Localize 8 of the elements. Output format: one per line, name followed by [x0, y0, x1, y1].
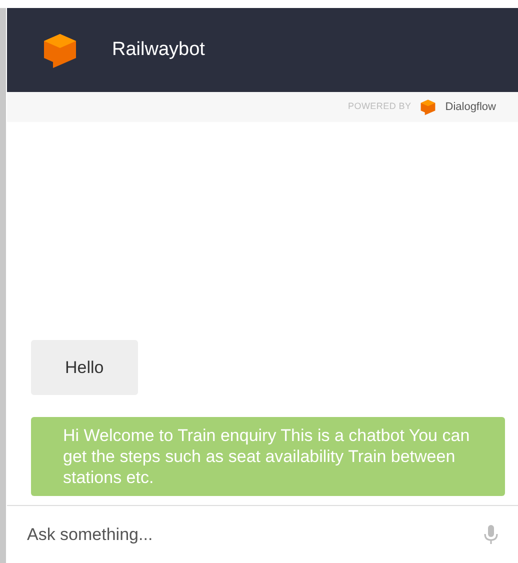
bot-title: Railwaybot [112, 38, 205, 62]
brand-logo-icon [419, 98, 438, 116]
message-input[interactable]: Ask something... [27, 522, 484, 548]
powered-by-label: POWERED BY [348, 100, 412, 114]
user-message: Hello [31, 340, 138, 395]
microphone-icon[interactable] [484, 524, 498, 544]
bot-message: Hi Welcome to Train enquiry This is a chatbot You can get the steps such as seat availability Train between stations etc. [31, 417, 505, 496]
brand-name: Dialogflow [445, 100, 496, 115]
